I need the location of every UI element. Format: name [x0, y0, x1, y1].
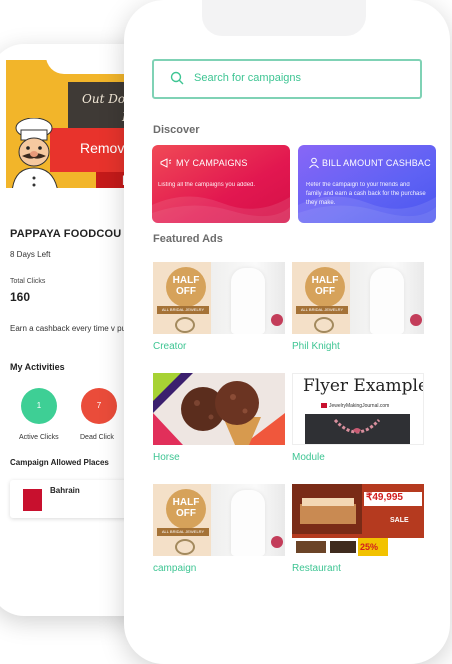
- total-clicks-label: Total Clicks: [10, 278, 46, 285]
- rose-decoration: [271, 314, 283, 326]
- bridal-jewelry-strip: ALL BRIDAL JEWELRY: [157, 528, 209, 536]
- card-title: MY CAMPAIGNS: [176, 158, 248, 168]
- days-left: 8 Days Left: [10, 250, 51, 259]
- activities-heading: My Activities: [10, 362, 65, 372]
- allowed-places-heading: Campaign Allowed Places: [10, 458, 109, 467]
- dead-clicks-label: Dead Click: [80, 434, 114, 441]
- ice-cream-illustration: [153, 373, 285, 445]
- dead-clicks-count[interactable]: 7: [81, 388, 117, 424]
- ad-image-ice-cream[interactable]: [153, 373, 285, 445]
- sale-tag: SALE: [390, 517, 409, 524]
- ad-label[interactable]: Module: [292, 452, 325, 463]
- ring-icon: [175, 539, 195, 555]
- megaphone-icon: [160, 158, 172, 168]
- wedding-dress-image: [231, 268, 265, 334]
- half-off-badge: HALF OFF: [166, 267, 206, 307]
- ad-image-furniture[interactable]: SALE 25% ₹49,995: [292, 484, 424, 556]
- campaign-title: PAPPAYA FOODCOU: [10, 228, 122, 240]
- card-description: Refer the campaign to your friends and f…: [306, 182, 426, 206]
- chef-illustration: [12, 118, 58, 188]
- place-name: Bahrain: [50, 486, 80, 495]
- flyer-title: Flyer Example: [303, 376, 424, 396]
- ad-label[interactable]: Restaurant: [292, 563, 341, 574]
- discover-heading: Discover: [153, 124, 200, 136]
- ad-image-bridal[interactable]: HALF OFF ALL BRIDAL JEWELRY: [292, 262, 424, 334]
- bahrain-flag-icon: [16, 489, 42, 511]
- ad-image-bridal[interactable]: HALF OFF ALL BRIDAL JEWELRY: [153, 262, 285, 334]
- ring-icon: [175, 317, 195, 333]
- furniture-sale-illustration: SALE 25%: [292, 484, 424, 556]
- featured-ads-heading: Featured Ads: [153, 233, 223, 245]
- search-placeholder: Search for campaigns: [194, 72, 301, 84]
- ring-icon: [314, 317, 334, 333]
- ad-label[interactable]: Creator: [153, 341, 186, 352]
- total-clicks-value: 160: [10, 290, 31, 304]
- ad-label[interactable]: campaign: [153, 563, 196, 574]
- flyer-necklace-image: [305, 414, 410, 444]
- my-campaigns-card[interactable]: MY CAMPAIGNS Listing all the campaigns y…: [152, 145, 290, 223]
- rose-decoration: [271, 536, 283, 548]
- half-off-badge: HALF OFF: [305, 267, 345, 307]
- discount-text: 25%: [360, 542, 378, 552]
- card-title: BILL AMOUNT CASHBAC: [322, 158, 431, 168]
- active-clicks-count[interactable]: 1: [21, 388, 57, 424]
- search-input[interactable]: Search for campaigns: [152, 59, 422, 99]
- half-off-badge: HALF OFF: [166, 489, 206, 529]
- search-icon: [170, 71, 184, 85]
- ad-label[interactable]: Horse: [153, 452, 180, 463]
- price-text: ₹49,995: [366, 492, 403, 503]
- wedding-dress-image: [370, 268, 404, 334]
- active-clicks-label: Active Clicks: [19, 434, 59, 441]
- bridal-jewelry-strip: ALL BRIDAL JEWELRY: [157, 306, 209, 314]
- ad-image-flyer[interactable]: Flyer Example JewelryMakingJournal.com: [292, 373, 424, 445]
- bill-amount-cashback-card[interactable]: BILL AMOUNT CASHBAC Refer the campaign t…: [298, 145, 436, 223]
- bridal-jewelry-strip: ALL BRIDAL JEWELRY: [296, 306, 348, 314]
- wedding-dress-image: [231, 490, 265, 556]
- rose-decoration: [410, 314, 422, 326]
- flyer-site: JewelryMakingJournal.com: [321, 403, 389, 409]
- ad-label[interactable]: Phil Knight: [292, 341, 340, 352]
- ad-image-bridal[interactable]: HALF OFF ALL BRIDAL JEWELRY: [153, 484, 285, 556]
- card-description: Listing all the campaigns you added.: [158, 182, 256, 188]
- person-icon: [309, 157, 319, 169]
- foreground-phone: Search for campaigns Discover MY CAMPAIG…: [124, 0, 450, 664]
- phone-notch: [202, 0, 366, 36]
